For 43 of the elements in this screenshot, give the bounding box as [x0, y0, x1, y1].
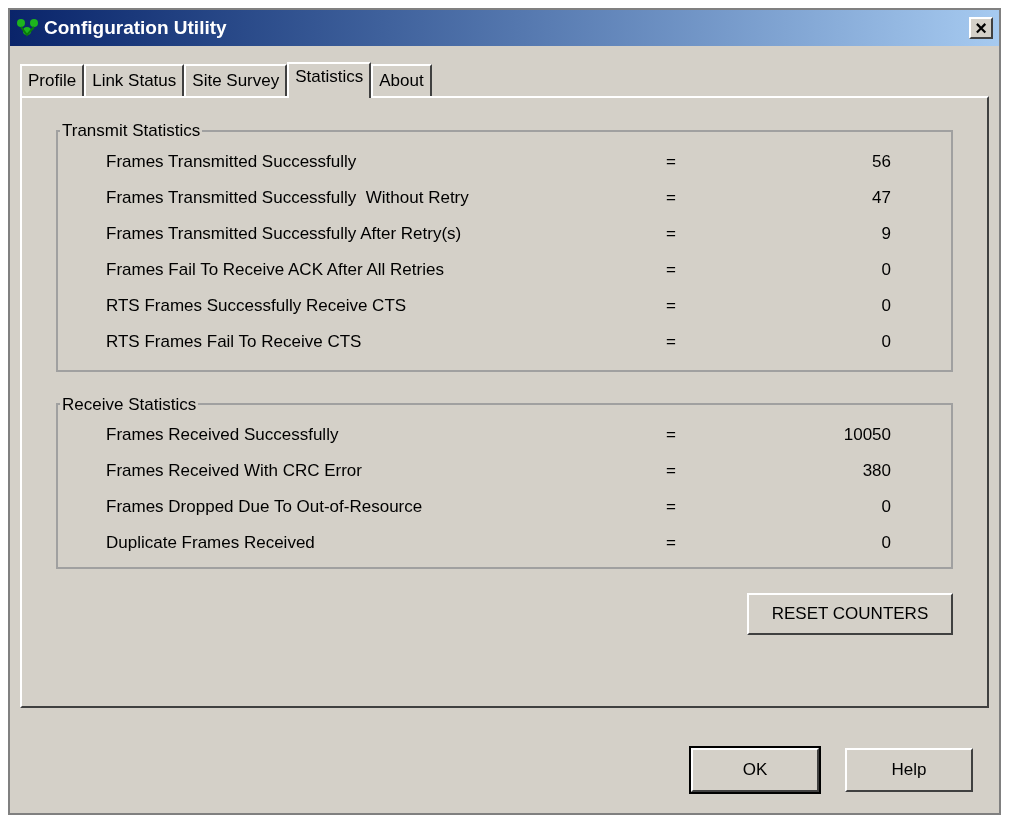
stat-value: 0: [880, 532, 892, 555]
stat-label: Duplicate Frames Received: [106, 532, 316, 555]
window-title: Configuration Utility: [44, 15, 228, 40]
stat-value: 10050: [842, 424, 892, 447]
stat-label: RTS Frames Successfully Receive CTS: [106, 294, 408, 317]
stat-label: Frames Transmitted Successfully: [106, 150, 358, 173]
stat-label: Frames Dropped Due To Out-of-Resource: [106, 496, 424, 519]
group-title: Receive Statistics: [61, 393, 198, 416]
logo-icon: [16, 17, 40, 39]
stat-value: 380: [861, 460, 892, 483]
equals-sign: =: [666, 258, 677, 281]
stat-label: Frames Fail To Receive ACK After All Retries: [106, 258, 445, 281]
tab[interactable]: Statistics: [287, 62, 372, 98]
equals-sign: =: [666, 150, 677, 173]
stat-value: 0: [880, 496, 892, 519]
stat-label: Frames Received With CRC Error: [106, 460, 363, 483]
tab[interactable]: Link Status: [84, 64, 185, 96]
stat-value: 0: [880, 294, 892, 317]
stat-label: Frames Transmitted Successfully Without Retry: [106, 186, 470, 209]
reset-counters-button[interactable]: RESET COUNTERS: [747, 593, 953, 635]
equals-sign: =: [666, 532, 677, 555]
equals-sign: =: [666, 330, 677, 353]
equals-sign: =: [666, 222, 677, 245]
equals-sign: =: [666, 424, 677, 447]
equals-sign: =: [666, 186, 677, 209]
stat-value: 0: [880, 258, 892, 281]
stat-value: 9: [880, 222, 892, 245]
equals-sign: =: [666, 460, 677, 483]
stat-label: Frames Received Successfully: [106, 424, 340, 447]
stat-value: 56: [871, 150, 892, 173]
equals-sign: =: [666, 294, 677, 317]
stat-value: 0: [880, 330, 892, 353]
group-title: Transmit Statistics: [61, 120, 202, 142]
dialog-button[interactable]: OK: [691, 748, 819, 792]
stat-value: 47: [871, 186, 892, 209]
stat-label: Frames Transmitted Successfully After Retry(s): [106, 222, 463, 245]
close-button[interactable]: ×: [969, 17, 993, 39]
tab[interactable]: About: [371, 64, 432, 96]
tab[interactable]: Site Survey: [184, 64, 288, 96]
dialog-button[interactable]: Help: [845, 748, 973, 792]
equals-sign: =: [666, 496, 677, 519]
tab[interactable]: Profile: [20, 64, 85, 96]
stat-label: RTS Frames Fail To Receive CTS: [106, 330, 363, 353]
